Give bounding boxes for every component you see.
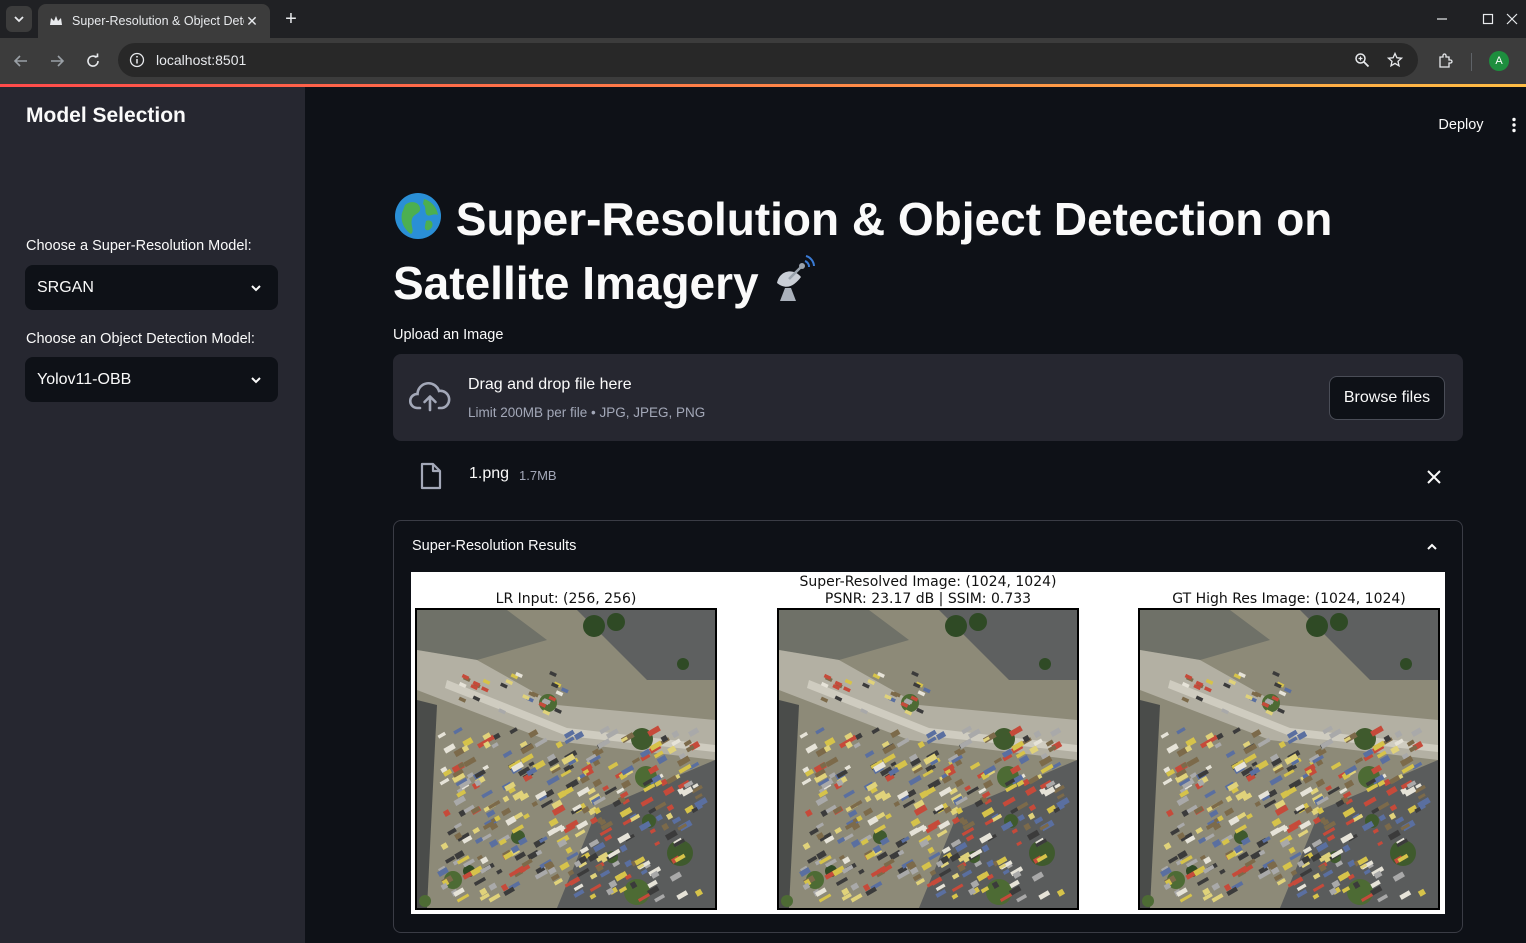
puzzle-icon[interactable] — [1434, 50, 1456, 72]
back-button[interactable] — [10, 50, 32, 72]
gt-caption: GT High Res Image: (1024, 1024) — [1172, 591, 1406, 607]
kebab-menu-icon — [1512, 117, 1516, 133]
arrow-right-icon — [51, 55, 65, 67]
browser-toolbar: localhost:8501 A — [0, 38, 1526, 84]
title-line-1: Super-Resolution & Object Detection on — [455, 193, 1333, 245]
sidebar — [0, 87, 305, 943]
chevron-down-icon — [14, 16, 24, 23]
collapse-button[interactable] — [1422, 537, 1442, 557]
file-icon — [420, 462, 442, 490]
profile-avatar[interactable]: A — [1489, 51, 1509, 71]
page-title: Super-Resolution & Object Detection on S… — [393, 190, 1373, 318]
close-icon — [1427, 470, 1441, 484]
lr-image — [415, 608, 717, 910]
sr-image — [777, 608, 1079, 910]
chevron-down-icon — [248, 280, 264, 296]
toolbar-divider — [1471, 53, 1472, 71]
streamlit-crown-icon — [48, 13, 64, 29]
reload-button[interactable] — [82, 50, 104, 72]
arrow-left-icon — [13, 55, 27, 67]
info-icon[interactable] — [128, 51, 146, 69]
sr-model-select[interactable]: SRGAN — [25, 265, 278, 310]
sidebar-title: Model Selection — [26, 104, 186, 127]
new-tab-button[interactable]: + — [280, 8, 302, 30]
tab-search-button[interactable] — [6, 6, 32, 32]
upload-label: Upload an Image — [393, 327, 504, 343]
gt-image — [1138, 608, 1440, 910]
file-size: 1.7MB — [519, 468, 557, 483]
sr-model-label: Choose a Super-Resolution Model: — [26, 238, 252, 254]
address-bar[interactable]: localhost:8501 — [118, 43, 1418, 77]
cloud-upload-icon — [409, 382, 451, 412]
forward-button[interactable] — [46, 50, 68, 72]
sr-results-expander: Super-Resolution Results LR Input: (256,… — [393, 520, 1463, 933]
od-model-value: Yolov11-OBB — [37, 370, 132, 388]
zoom-icon[interactable] — [1353, 51, 1371, 69]
chevron-down-icon — [248, 372, 264, 388]
reload-icon — [87, 53, 99, 67]
title-line-2: Satellite Imagery — [393, 257, 759, 309]
sr-caption-line-2: PSNR: 23.17 dB | SSIM: 0.733 — [824, 591, 1032, 607]
browse-files-button[interactable]: Browse files — [1329, 376, 1445, 420]
maximize-button[interactable] — [1476, 8, 1500, 30]
tab-title: Super-Resolution & Object Detection — [72, 14, 244, 28]
uploaded-file-row: 1.png 1.7MB — [393, 456, 1463, 496]
star-icon[interactable] — [1386, 51, 1404, 69]
minimize-button[interactable] — [1430, 8, 1454, 30]
tab-close-icon[interactable]: ✕ — [244, 13, 260, 29]
chevron-up-icon — [1427, 543, 1437, 550]
dropzone-limits: Limit 200MB per file • JPG, JPEG, PNG — [468, 405, 706, 420]
remove-file-button[interactable] — [1423, 466, 1445, 488]
satellite-antenna-icon — [771, 255, 817, 318]
file-name: 1.png — [469, 465, 510, 482]
main-menu-button[interactable] — [1505, 114, 1523, 136]
dropzone-instructions: Drag and drop file here — [468, 376, 632, 393]
expander-title[interactable]: Super-Resolution Results — [412, 538, 576, 554]
close-window-button[interactable] — [1500, 8, 1524, 30]
url-text[interactable]: localhost:8501 — [156, 52, 246, 68]
results-figure: LR Input: (256, 256) Super-Resolved Imag… — [411, 572, 1445, 914]
lr-caption: LR Input: (256, 256) — [495, 591, 637, 607]
browser-tab[interactable]: Super-Resolution & Object Detection ✕ — [38, 4, 270, 38]
sr-model-value: SRGAN — [37, 278, 94, 296]
browser-tab-bar: Super-Resolution & Object Detection ✕ + — [0, 0, 1526, 38]
file-dropzone[interactable]: Drag and drop file here Limit 200MB per … — [393, 354, 1463, 441]
globe-icon — [393, 191, 443, 254]
od-model-label: Choose an Object Detection Model: — [26, 331, 255, 347]
od-model-select[interactable]: Yolov11-OBB — [25, 357, 278, 402]
deploy-button[interactable]: Deploy — [1428, 112, 1494, 138]
sr-caption-line-1: Super-Resolved Image: (1024, 1024) — [799, 574, 1057, 590]
